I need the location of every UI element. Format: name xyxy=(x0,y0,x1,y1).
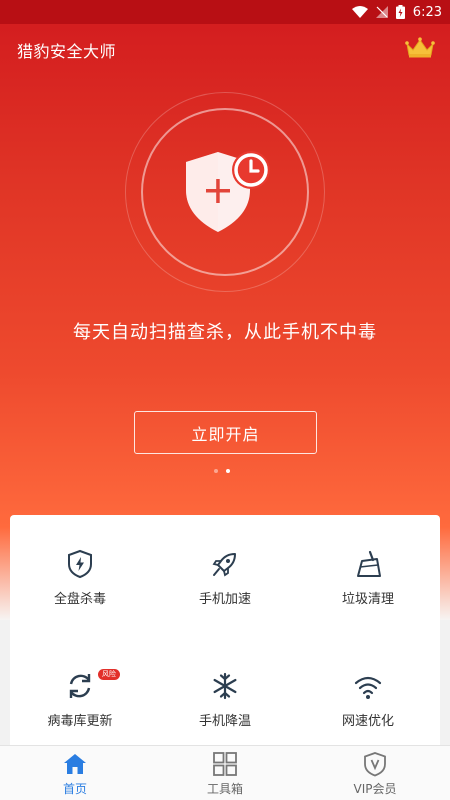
crown-icon[interactable] xyxy=(405,37,435,59)
bottom-tab-bar: 首页 工具箱 VIP会员 xyxy=(0,745,450,800)
pager-dot[interactable] xyxy=(214,469,218,473)
status-time: 6:23 xyxy=(412,4,442,20)
risk-badge: 风险 xyxy=(98,669,120,680)
tab-home[interactable]: 首页 xyxy=(0,746,150,800)
grid-icon xyxy=(213,752,237,776)
pager-dot-active[interactable] xyxy=(226,469,230,473)
app-title: 猎豹安全大师 xyxy=(17,42,117,61)
tab-label: 工具箱 xyxy=(206,782,243,796)
feature-label: 网速优化 xyxy=(341,714,394,729)
tab-toolbox[interactable]: 工具箱 xyxy=(150,746,300,800)
carousel-pager xyxy=(214,469,230,473)
hero-tagline: 每天自动扫描查杀，从此手机不中毒 xyxy=(73,322,377,343)
broom-icon xyxy=(357,550,381,577)
feature-label: 病毒库更新 xyxy=(47,714,113,729)
feature-label: 垃圾清理 xyxy=(341,592,394,607)
battery-charging-icon xyxy=(395,5,405,19)
features-card: 全盘杀毒 手机加速 垃圾清理 风险 病毒库更新 手机降温 网速优化 xyxy=(10,515,440,755)
signal-off-icon xyxy=(375,6,388,18)
shield-bolt-icon xyxy=(68,549,92,579)
feature-label: 全盘杀毒 xyxy=(53,592,106,607)
feature-junk-clean[interactable]: 垃圾清理 xyxy=(298,549,438,607)
tab-label: VIP会员 xyxy=(353,782,397,796)
rocket-icon xyxy=(212,553,236,577)
feature-virus-db-update[interactable]: 风险 病毒库更新 xyxy=(10,669,150,729)
snowflake-icon xyxy=(213,672,237,700)
wifi-status-icon xyxy=(351,6,368,18)
tab-vip[interactable]: VIP会员 xyxy=(300,746,450,800)
feature-network-boost[interactable]: 网速优化 xyxy=(298,671,438,729)
feature-speed-up[interactable]: 手机加速 xyxy=(155,549,295,607)
feature-cool-down[interactable]: 手机降温 xyxy=(155,671,295,729)
feature-label: 手机加速 xyxy=(198,592,251,607)
feature-label: 手机降温 xyxy=(198,714,251,729)
refresh-icon xyxy=(69,674,91,698)
start-now-button[interactable]: 立即开启 xyxy=(134,411,317,454)
tab-label: 首页 xyxy=(62,782,87,796)
feature-full-scan[interactable]: 全盘杀毒 xyxy=(10,549,150,607)
home-icon xyxy=(64,754,86,774)
shield-plus-clock-icon xyxy=(186,151,270,232)
status-bar: 6:23 xyxy=(0,0,450,24)
wifi-icon xyxy=(354,676,382,699)
vip-shield-icon xyxy=(364,752,386,777)
